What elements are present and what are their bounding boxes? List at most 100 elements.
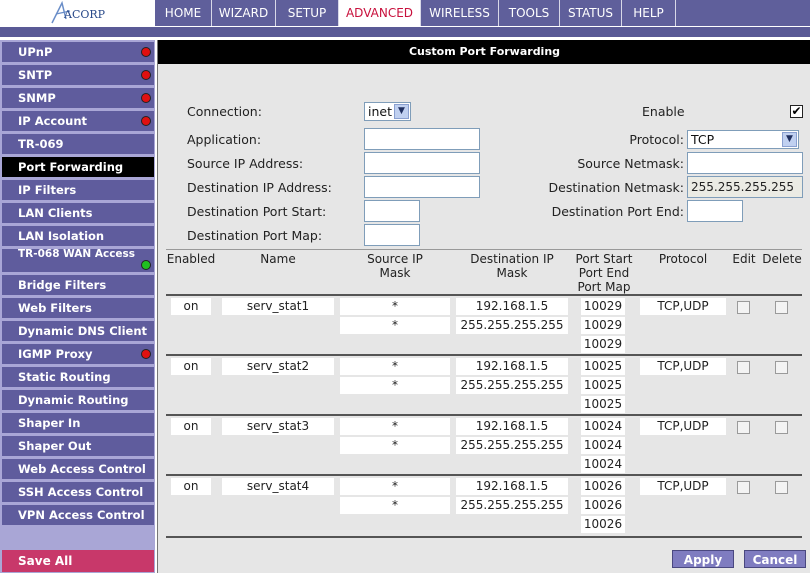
connection-select[interactable]: inet ▼ bbox=[364, 102, 411, 121]
nav-filler bbox=[676, 0, 810, 26]
row-port-map: 10026 bbox=[581, 516, 625, 533]
row-enabled: on bbox=[171, 358, 211, 375]
row-delete-checkbox[interactable] bbox=[775, 301, 788, 314]
sidebar-item-sntp[interactable]: SNTP bbox=[2, 65, 154, 85]
destination-port-map-input[interactable] bbox=[364, 224, 420, 246]
row-destination-ip: 192.168.1.5 bbox=[456, 358, 568, 375]
tab-tools[interactable]: TOOLS bbox=[499, 0, 560, 26]
application-label: Application: bbox=[187, 132, 262, 147]
sidebar-item-tr069[interactable]: TR-069 bbox=[2, 134, 154, 154]
sidebar-item-shaper-in[interactable]: Shaper In bbox=[2, 413, 154, 433]
source-netmask-label: Source Netmask: bbox=[577, 156, 684, 171]
tab-wireless[interactable]: WIRELESS bbox=[421, 0, 499, 26]
status-red-icon bbox=[141, 116, 151, 126]
destination-port-start-input[interactable] bbox=[364, 200, 420, 222]
col-destination-header-line2: Mask bbox=[496, 266, 528, 280]
sidebar-item-vpn-access-control[interactable]: VPN Access Control bbox=[2, 505, 154, 525]
row-destination-mask: 255.255.255.255 bbox=[456, 377, 568, 394]
sidebar-item-bridge-filters[interactable]: Bridge Filters bbox=[2, 275, 154, 295]
col-source-header-line1: Source IP bbox=[367, 252, 423, 266]
enable-checkbox[interactable]: ✔ bbox=[790, 105, 803, 118]
col-ports-header-line2: Port End bbox=[578, 266, 630, 280]
sidebar-item-web-access-control[interactable]: Web Access Control bbox=[2, 459, 154, 479]
col-delete-header: Delete bbox=[762, 252, 802, 266]
sidebar-item-port-forwarding[interactable]: Port Forwarding bbox=[2, 157, 154, 177]
col-destination-header: Destination IP Mask bbox=[454, 252, 570, 280]
sidebar-item-static-routing[interactable]: Static Routing bbox=[2, 367, 154, 387]
save-all-button[interactable]: Save All bbox=[2, 550, 154, 572]
row-port-end: 10025 bbox=[581, 377, 625, 394]
page-title: Custom Port Forwarding bbox=[158, 40, 810, 64]
protocol-select[interactable]: TCP ▼ bbox=[687, 130, 799, 149]
sidebar-item-lan-clients[interactable]: LAN Clients bbox=[2, 203, 154, 223]
top-bar: ACORP HOME WIZARD SETUP ADVANCED WIRELES… bbox=[0, 0, 810, 40]
main-panel: Custom Port Forwarding Connection: inet ▼… bbox=[157, 40, 810, 573]
sidebar-item-label: VPN Access Control bbox=[18, 508, 145, 522]
sidebar-item-shaper-out[interactable]: Shaper Out bbox=[2, 436, 154, 456]
row-enabled: on bbox=[171, 478, 211, 495]
tab-advanced[interactable]: ADVANCED bbox=[339, 0, 421, 26]
row-enabled: on bbox=[171, 298, 211, 315]
cancel-button[interactable]: Cancel bbox=[744, 550, 806, 568]
sidebar-item-label: Web Filters bbox=[18, 301, 92, 315]
row-edit-checkbox[interactable] bbox=[737, 301, 750, 314]
tab-setup[interactable]: SETUP bbox=[276, 0, 339, 26]
row-divider bbox=[166, 414, 802, 416]
row-edit-checkbox[interactable] bbox=[737, 481, 750, 494]
row-destination-mask: 255.255.255.255 bbox=[456, 437, 568, 454]
destination-port-end-input[interactable] bbox=[687, 200, 743, 222]
tab-status[interactable]: STATUS bbox=[560, 0, 622, 26]
row-delete-checkbox[interactable] bbox=[775, 421, 788, 434]
protocol-label: Protocol: bbox=[629, 132, 684, 147]
destination-ip-label: Destination IP Address: bbox=[187, 180, 332, 195]
sidebar-item-lan-isolation[interactable]: LAN Isolation bbox=[2, 226, 154, 246]
row-delete-checkbox[interactable] bbox=[775, 481, 788, 494]
source-netmask-input[interactable] bbox=[687, 152, 803, 174]
sidebar-item-label: SNMP bbox=[18, 91, 56, 105]
sidebar-item-label: IP Account bbox=[18, 114, 88, 128]
sidebar-item-upnp[interactable]: UPnP bbox=[2, 42, 154, 62]
row-name: serv_stat4 bbox=[222, 478, 334, 495]
col-edit-header: Edit bbox=[732, 252, 756, 266]
sidebar-item-tr068-wan-access[interactable]: TR-068 WAN Access bbox=[2, 249, 154, 272]
connection-value: inet bbox=[368, 104, 392, 119]
source-ip-label: Source IP Address: bbox=[187, 156, 304, 171]
sidebar-item-dynamic-dns-client[interactable]: Dynamic DNS Client bbox=[2, 321, 154, 341]
destination-ip-input[interactable] bbox=[364, 176, 480, 198]
application-input[interactable] bbox=[364, 128, 480, 150]
row-edit-checkbox[interactable] bbox=[737, 421, 750, 434]
status-green-icon bbox=[141, 260, 151, 270]
col-protocol-header: Protocol bbox=[658, 252, 708, 266]
source-ip-input[interactable] bbox=[364, 152, 480, 174]
row-port-start: 10025 bbox=[581, 358, 625, 375]
destination-port-end-label: Destination Port End: bbox=[551, 204, 684, 219]
row-port-start: 10024 bbox=[581, 418, 625, 435]
row-port-end: 10026 bbox=[581, 497, 625, 514]
tab-help[interactable]: HELP bbox=[622, 0, 676, 26]
sidebar-item-label: TR-069 bbox=[18, 137, 64, 151]
sidebar-item-dynamic-routing[interactable]: Dynamic Routing bbox=[2, 390, 154, 410]
row-port-map: 10024 bbox=[581, 456, 625, 473]
row-delete-checkbox[interactable] bbox=[775, 361, 788, 374]
row-destination-ip: 192.168.1.5 bbox=[456, 478, 568, 495]
sidebar-item-web-filters[interactable]: Web Filters bbox=[2, 298, 154, 318]
apply-button[interactable]: Apply bbox=[672, 550, 734, 568]
col-ports-header: Port Start Port End Port Map bbox=[570, 252, 638, 294]
chevron-down-icon: ▼ bbox=[782, 132, 797, 147]
row-destination-mask: 255.255.255.255 bbox=[456, 497, 568, 514]
row-port-start: 10026 bbox=[581, 478, 625, 495]
sidebar-item-ip-account[interactable]: IP Account bbox=[2, 111, 154, 131]
tab-home[interactable]: HOME bbox=[155, 0, 212, 26]
row-edit-checkbox[interactable] bbox=[737, 361, 750, 374]
tab-wizard[interactable]: WIZARD bbox=[212, 0, 276, 26]
row-source-mask: * bbox=[340, 497, 450, 514]
sidebar-item-ip-filters[interactable]: IP Filters bbox=[2, 180, 154, 200]
sidebar-item-label: Dynamic Routing bbox=[18, 393, 129, 407]
sidebar-item-label: Bridge Filters bbox=[18, 278, 107, 292]
sidebar-item-snmp[interactable]: SNMP bbox=[2, 88, 154, 108]
row-destination-ip: 192.168.1.5 bbox=[456, 298, 568, 315]
destination-netmask-input[interactable]: 255.255.255.255 bbox=[687, 176, 803, 198]
sidebar-item-igmp-proxy[interactable]: IGMP Proxy bbox=[2, 344, 154, 364]
sidebar-item-ssh-access-control[interactable]: SSH Access Control bbox=[2, 482, 154, 502]
row-protocol: TCP,UDP bbox=[640, 358, 726, 375]
